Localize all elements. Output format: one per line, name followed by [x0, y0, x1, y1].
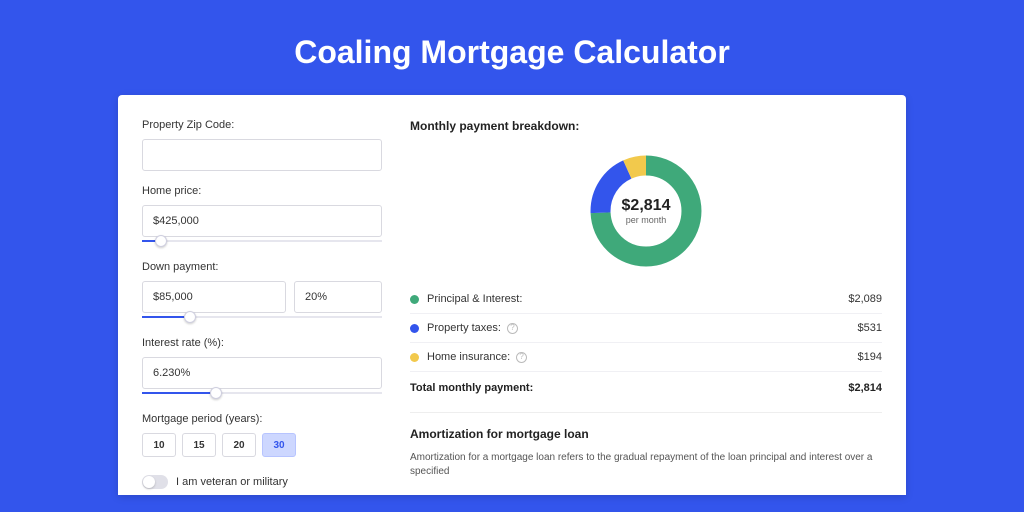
home-price-slider[interactable]	[142, 235, 382, 247]
down-payment-input[interactable]	[142, 281, 286, 313]
down-payment-slider[interactable]	[142, 311, 382, 323]
period-option-15[interactable]: 15	[182, 433, 216, 457]
home-price-label: Home price:	[142, 185, 382, 197]
breakdown-title: Monthly payment breakdown:	[410, 119, 882, 133]
payment-donut-chart: $2,814 per month	[586, 151, 706, 271]
mortgage-period-options: 10152030	[142, 433, 382, 457]
legend-total-value: $2,814	[848, 382, 882, 394]
help-icon[interactable]: ?	[507, 323, 518, 334]
page-title: Coaling Mortgage Calculator	[0, 0, 1024, 95]
legend-pi-value: $2,089	[848, 293, 882, 305]
legend-total-label: Total monthly payment:	[410, 382, 848, 394]
zip-label: Property Zip Code:	[142, 119, 382, 131]
period-option-10[interactable]: 10	[142, 433, 176, 457]
veteran-toggle[interactable]	[142, 475, 168, 489]
mortgage-period-label: Mortgage period (years):	[142, 413, 382, 425]
amortization-title: Amortization for mortgage loan	[410, 427, 882, 441]
help-icon[interactable]: ?	[516, 352, 527, 363]
legend-pi-label: Principal & Interest:	[427, 293, 848, 305]
period-option-20[interactable]: 20	[222, 433, 256, 457]
form-panel: Property Zip Code: Home price: Down paym…	[142, 119, 382, 471]
home-price-input[interactable]	[142, 205, 382, 237]
donut-sublabel: per month	[626, 215, 667, 225]
legend-ins-label: Home insurance:	[427, 351, 510, 363]
calculator-card: Property Zip Code: Home price: Down paym…	[118, 95, 906, 495]
zip-input[interactable]	[142, 139, 382, 171]
legend-tax-label: Property taxes:	[427, 322, 501, 334]
veteran-label: I am veteran or military	[176, 476, 288, 488]
legend-tax-value: $531	[858, 322, 882, 334]
legend-property-taxes: Property taxes: ? $531	[410, 314, 882, 343]
down-payment-label: Down payment:	[142, 261, 382, 273]
breakdown-panel: Monthly payment breakdown: $2,814 per mo…	[410, 119, 882, 471]
legend-principal-interest: Principal & Interest: $2,089	[410, 285, 882, 314]
legend-ins-value: $194	[858, 351, 882, 363]
interest-rate-label: Interest rate (%):	[142, 337, 382, 349]
legend-total: Total monthly payment: $2,814	[410, 372, 882, 408]
amortization-body: Amortization for a mortgage loan refers …	[410, 451, 882, 479]
period-option-30[interactable]: 30	[262, 433, 296, 457]
interest-rate-input[interactable]	[142, 357, 382, 389]
amortization-section: Amortization for mortgage loan Amortizat…	[410, 412, 882, 479]
down-payment-pct-input[interactable]	[294, 281, 382, 313]
donut-amount: $2,814	[622, 197, 671, 215]
interest-rate-slider[interactable]	[142, 387, 382, 399]
legend-home-insurance: Home insurance: ? $194	[410, 343, 882, 372]
